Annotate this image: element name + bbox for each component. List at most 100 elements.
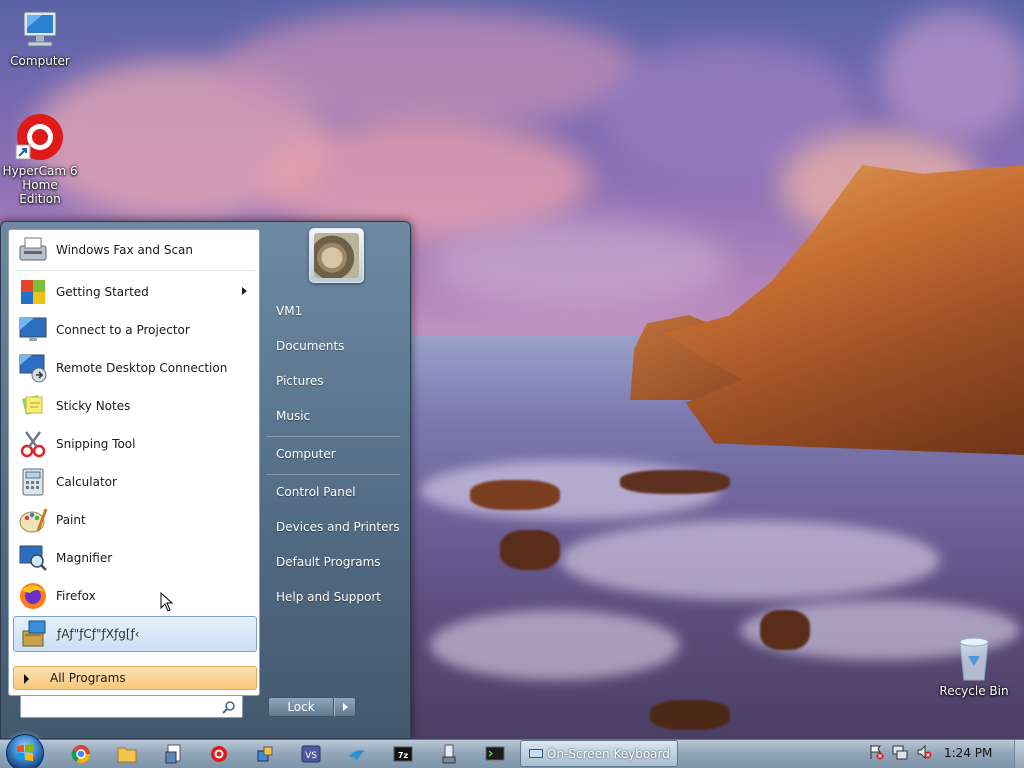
desktop-icon-computer[interactable]: Computer — [0, 10, 80, 68]
remote-desktop-icon — [17, 352, 49, 384]
computer-icon — [23, 11, 57, 47]
submenu-arrow-icon — [242, 287, 247, 295]
right-item-control-panel[interactable]: Control Panel — [276, 485, 356, 499]
desktop-icon-label: Recycle Bin — [939, 684, 1009, 698]
taskbar-window-label: On-Screen Keyboard — [547, 746, 670, 761]
program-label: Calculator — [56, 475, 117, 489]
projector-icon — [17, 314, 49, 346]
hypercam-icon — [211, 746, 227, 762]
right-item-devices-printers[interactable]: Devices and Printers — [276, 520, 400, 534]
all-programs-button[interactable]: All Programs — [13, 666, 257, 690]
taskbar-bird-app[interactable] — [346, 743, 368, 765]
desktop-icon-recycle-bin[interactable]: Recycle Bin — [934, 636, 1014, 698]
program-label: Firefox — [56, 589, 96, 603]
fax-scan-icon — [17, 234, 49, 266]
program-label: Sticky Notes — [56, 399, 131, 413]
separator — [15, 270, 255, 271]
program-label: Getting Started — [56, 285, 149, 299]
desktop-icon-label-line2: Home Edition — [19, 178, 61, 206]
snipping-tool-icon — [17, 428, 49, 460]
program-item-sticky-notes[interactable]: Sticky Notes — [13, 388, 257, 424]
avatar-image — [314, 233, 359, 278]
keyboard-icon — [529, 749, 543, 758]
magnifier-icon — [17, 542, 49, 574]
program-item-paint[interactable]: Paint — [13, 502, 257, 538]
visual-studio-icon: VS — [301, 745, 321, 763]
network-status-icon[interactable] — [892, 744, 908, 760]
mouse-cursor-icon — [160, 592, 174, 612]
user-avatar[interactable] — [309, 228, 364, 283]
explorer-icon — [117, 747, 137, 763]
program-item-projector[interactable]: Connect to a Projector — [13, 312, 257, 348]
program-label: Connect to a Projector — [56, 323, 190, 337]
search-icon[interactable] — [222, 700, 236, 714]
program-item-snipping-tool[interactable]: Snipping Tool — [13, 426, 257, 462]
start-button[interactable] — [6, 734, 44, 768]
taskbar-terminal[interactable] — [484, 743, 506, 765]
svg-text:7z: 7z — [398, 751, 409, 760]
taskbar-chrome[interactable] — [70, 743, 92, 765]
document-tool-icon — [165, 744, 181, 764]
all-programs-arrow-icon — [24, 674, 29, 684]
taskbar-window-on-screen-keyboard[interactable]: On-Screen Keyboard — [520, 740, 678, 767]
right-item-pictures[interactable]: Pictures — [276, 374, 324, 388]
taskbar-7zip[interactable]: 7z — [392, 743, 414, 765]
sticky-notes-icon — [17, 390, 49, 422]
firefox-icon — [17, 580, 49, 612]
calculator-icon — [17, 466, 49, 498]
program-item-calculator[interactable]: Calculator — [13, 464, 257, 500]
taskbar-document-tool[interactable] — [163, 743, 185, 765]
start-search-input[interactable] — [25, 697, 215, 716]
desktop-icon-label: HyperCam 6 — [2, 164, 78, 178]
separator — [266, 474, 400, 475]
taskbar-network-tool[interactable] — [254, 743, 276, 765]
desktop-icon-label: Computer — [10, 54, 70, 68]
right-item-help-support[interactable]: Help and Support — [276, 590, 381, 604]
taskbar-hypercam[interactable] — [208, 743, 230, 765]
recycle-bin-icon — [959, 637, 989, 681]
show-desktop-button[interactable] — [1014, 740, 1024, 768]
paint-icon — [17, 504, 49, 536]
chrome-icon — [71, 745, 90, 764]
separator — [266, 436, 400, 437]
right-item-user[interactable]: VM1 — [276, 304, 302, 318]
program-label: Magnifier — [56, 551, 113, 565]
program-item-magnifier[interactable]: Magnifier — [13, 540, 257, 576]
program-label: Windows Fax and Scan — [56, 243, 194, 257]
svg-text:VS: VS — [305, 751, 317, 761]
getting-started-icon — [17, 276, 49, 308]
bird-app-icon — [349, 750, 365, 761]
right-item-computer[interactable]: Computer — [276, 447, 336, 461]
program-label: Paint — [56, 513, 86, 527]
program-item-firefox[interactable]: Firefox — [13, 578, 257, 614]
program-label: Remote Desktop Connection — [56, 361, 228, 375]
desktop-icon-hypercam[interactable]: HyperCam 6 Home Edition — [0, 112, 80, 206]
start-search-box[interactable] — [20, 695, 243, 718]
hypercam-icon — [15, 114, 63, 160]
network-tool-icon — [257, 746, 273, 762]
usb-tool-icon — [442, 744, 456, 764]
program-label: Snipping Tool — [56, 437, 136, 451]
program-label: ƒAƒ"ƒCƒ"ƒXƒg[ƒ‹ — [57, 627, 140, 641]
terminal-icon — [485, 746, 505, 762]
taskbar-explorer[interactable] — [116, 743, 138, 765]
windows-logo-icon — [17, 744, 33, 761]
program-item-remote-desktop[interactable]: Remote Desktop Connection — [13, 350, 257, 386]
installer-icon — [18, 618, 50, 650]
taskbar-clock[interactable]: 1:24 PM — [944, 746, 992, 760]
action-center-flag-icon[interactable] — [868, 744, 884, 760]
lock-button[interactable]: Lock — [268, 697, 334, 717]
program-item-getting-started[interactable]: Getting Started — [13, 274, 257, 310]
volume-muted-icon[interactable] — [916, 744, 932, 760]
power-options-arrow-button[interactable] — [334, 697, 356, 717]
right-item-default-programs[interactable]: Default Programs — [276, 555, 381, 569]
start-menu-programs-pane: Windows Fax and Scan Getting Started Con… — [8, 229, 260, 696]
all-programs-label: All Programs — [50, 671, 126, 685]
7zip-icon: 7z — [393, 746, 413, 762]
program-item-installer[interactable]: ƒAƒ"ƒCƒ"ƒXƒg[ƒ‹ — [13, 616, 257, 652]
taskbar-visual-studio[interactable]: VS — [300, 743, 322, 765]
right-item-documents[interactable]: Documents — [276, 339, 344, 353]
program-item-fax-scan[interactable]: Windows Fax and Scan — [13, 232, 257, 268]
taskbar-usb-tool[interactable] — [438, 743, 460, 765]
right-item-music[interactable]: Music — [276, 409, 310, 423]
